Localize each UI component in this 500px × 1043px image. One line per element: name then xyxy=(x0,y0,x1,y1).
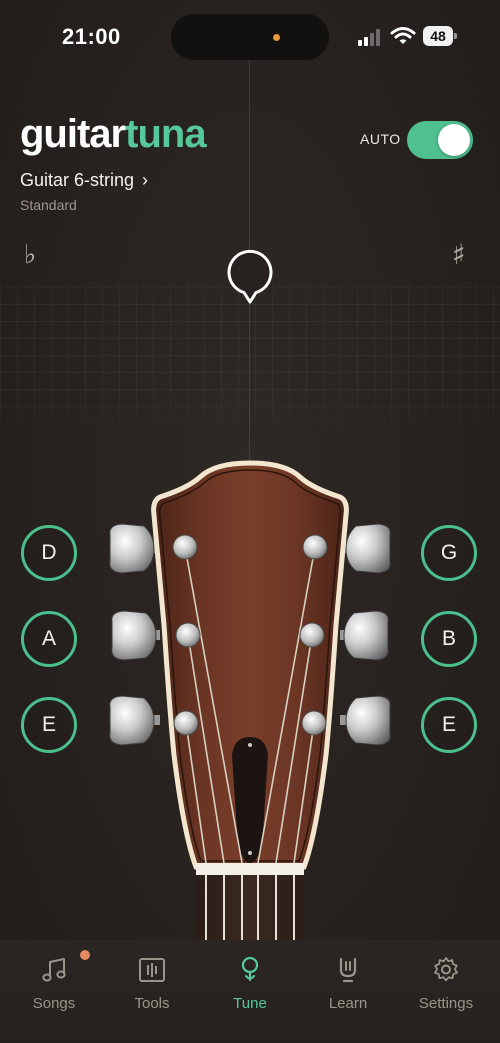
tab-learn[interactable]: Learn xyxy=(298,940,398,1030)
battery-level: 48 xyxy=(423,26,453,46)
auto-mode-label: AUTO xyxy=(360,131,401,147)
cellular-signal-icon xyxy=(358,29,380,46)
string-button-d[interactable]: D xyxy=(21,525,77,581)
chevron-right-icon: › xyxy=(142,170,149,190)
toggle-knob xyxy=(438,124,470,156)
tuner-screen: 21:00 48 guitartuna AUTO Guitar 6-string… xyxy=(0,0,500,1043)
string-button-a[interactable]: A xyxy=(21,611,77,667)
mic-indicator-dot xyxy=(273,34,280,41)
status-time: 21:00 xyxy=(62,24,121,49)
tab-tools-label: Tools xyxy=(134,995,170,1012)
tab-settings-label: Settings xyxy=(418,995,474,1012)
tab-tools[interactable]: Tools xyxy=(102,940,202,1030)
tab-bar: Songs Tools Tune Learn Settings xyxy=(0,940,500,1043)
string-button-low-e[interactable]: E xyxy=(21,697,77,753)
instrument-selector[interactable]: Guitar 6-string › xyxy=(20,170,148,191)
music-note-icon xyxy=(42,958,66,982)
tab-songs[interactable]: Songs xyxy=(4,940,104,1030)
tab-settings[interactable]: Settings xyxy=(396,940,496,1030)
auto-mode-toggle[interactable] xyxy=(407,121,473,159)
string-button-g[interactable]: G xyxy=(421,525,477,581)
tab-tune[interactable]: Tune xyxy=(200,940,300,1030)
tuning-needle-icon xyxy=(227,249,273,304)
tab-tune-label: Tune xyxy=(233,995,267,1012)
learn-icon xyxy=(339,957,357,983)
string-button-b[interactable]: B xyxy=(421,611,477,667)
string-button-high-e[interactable]: E xyxy=(421,697,477,753)
tuning-name: Standard xyxy=(20,197,77,213)
logo-tuna: tuna xyxy=(125,112,206,156)
battery-indicator: 48 xyxy=(423,26,457,46)
tools-icon xyxy=(139,958,165,982)
flat-icon: ♭ xyxy=(24,240,37,270)
tab-songs-label: Songs xyxy=(32,995,76,1012)
instrument-name: Guitar 6-string xyxy=(20,170,135,190)
dynamic-island xyxy=(171,14,329,60)
guitar-headstock xyxy=(109,460,391,945)
wifi-icon xyxy=(390,27,416,44)
app-logo: guitartuna xyxy=(20,110,207,158)
tuning-fork-icon xyxy=(241,956,259,982)
battery-tip xyxy=(454,33,457,39)
sharp-icon: ♯ xyxy=(452,238,466,271)
tab-learn-label: Learn xyxy=(328,995,368,1012)
logo-guitar: guitar xyxy=(20,112,126,156)
songs-badge xyxy=(80,950,90,960)
gear-icon xyxy=(434,957,458,982)
